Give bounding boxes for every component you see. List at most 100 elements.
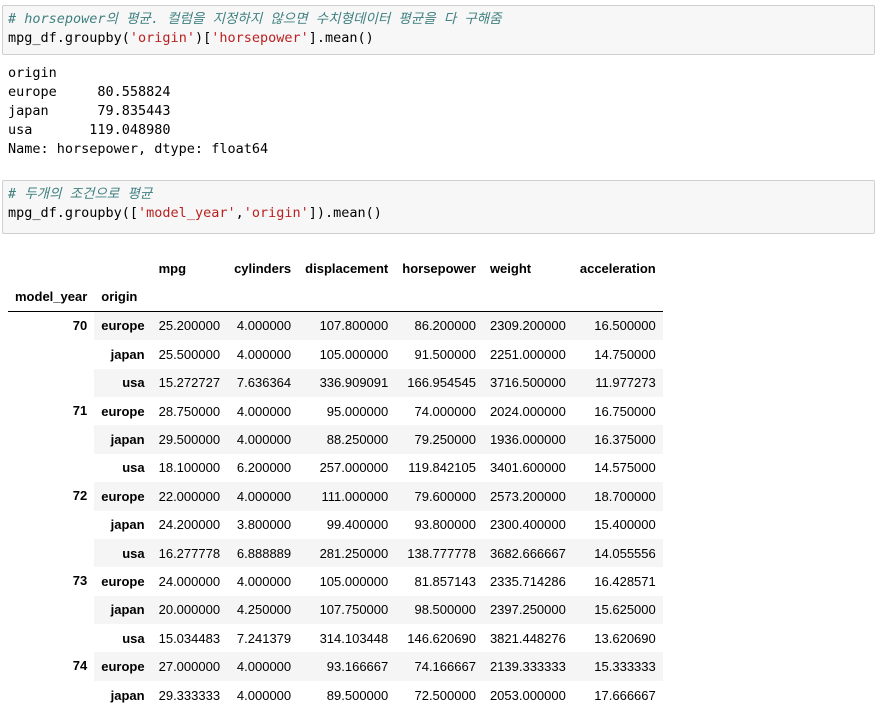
output-line: japan 79.835443 xyxy=(8,103,171,119)
cell-acceleration: 14.750000 xyxy=(594,346,656,362)
output-line: Name: horsepower, dtype: float64 xyxy=(8,141,269,157)
cell-horsepower: 93.800000 xyxy=(414,517,476,533)
cell-horsepower: 81.857143 xyxy=(414,573,476,589)
row-index-model-year: 73 xyxy=(8,567,95,653)
cell-displacement: 107.750000 xyxy=(319,602,389,618)
cell-mpg: 25.200000 xyxy=(158,318,221,334)
cell-weight: 2397.250000 xyxy=(489,602,566,618)
cell-acceleration: 16.375000 xyxy=(594,432,656,448)
cell-mpg: 20.000000 xyxy=(158,602,221,618)
cell-cylinders: 4.000000 xyxy=(236,432,292,448)
code-comment: # horsepower의 평균. 컬럼을 지정하지 않으면 수치형데이터 평균… xyxy=(8,11,502,27)
cell-horsepower: 79.250000 xyxy=(414,432,476,448)
output-line: europe 80.558824 xyxy=(8,84,171,100)
cell-mpg: 15.034483 xyxy=(158,630,221,646)
table-row: japan 29.333333 4.000000 89.500000 72.500000… xyxy=(8,681,663,709)
cell-acceleration: 16.750000 xyxy=(594,403,656,419)
cell-acceleration: 17.666667 xyxy=(594,687,656,703)
cell-weight: 2300.400000 xyxy=(489,517,566,533)
cell-horsepower: 74.000000 xyxy=(414,403,476,419)
code-text: ].mean() xyxy=(308,30,374,46)
cell-displacement: 336.909091 xyxy=(319,375,389,391)
cell-cylinders: 4.000000 xyxy=(236,659,292,675)
index-name: model_year xyxy=(8,282,95,312)
row-index-origin: japan xyxy=(110,432,145,448)
cell-displacement: 99.400000 xyxy=(326,517,389,533)
cell-displacement: 107.800000 xyxy=(319,318,389,334)
cell-acceleration: 18.700000 xyxy=(594,488,656,504)
cell-acceleration: 15.400000 xyxy=(594,517,656,533)
table-row: japan 20.000000 4.250000 107.750000 98.50000… xyxy=(8,595,663,625)
cell-mpg: 27.000000 xyxy=(158,659,221,675)
cell-cylinders: 7.636364 xyxy=(236,375,292,391)
cell-mpg: 22.000000 xyxy=(158,488,221,504)
table-row: usa 15.272727 7.636364 336.909091 166.954545… xyxy=(8,368,663,397)
code-text: mpg_df.groupby([ xyxy=(8,205,139,221)
row-index-origin: japan xyxy=(110,602,145,618)
code-cell-groupby-year-origin[interactable]: # 두개의 조건으로 평균 mpg_df.groupby(['model_yea… xyxy=(2,180,875,234)
code-text: mpg_df.groupby( xyxy=(8,30,130,46)
cell-displacement: 105.000000 xyxy=(319,346,389,362)
code-string: 'model_year' xyxy=(138,205,236,221)
cell-cylinders: 6.200000 xyxy=(236,460,292,476)
table-row: japan 25.500000 4.000000 105.000000 91.50000… xyxy=(8,340,663,368)
cell-displacement: 111.000000 xyxy=(321,488,389,504)
cell-cylinders: 4.000000 xyxy=(236,346,292,362)
cell-horsepower: 72.500000 xyxy=(414,687,476,703)
cell-horsepower: 98.500000 xyxy=(414,602,476,618)
code-string: 'horsepower' xyxy=(211,30,309,46)
column-header: mpg xyxy=(158,260,187,276)
row-index-origin: europe xyxy=(101,488,145,504)
output-series: origin europe 80.558824 japan 79.835443 … xyxy=(8,64,268,159)
row-index-origin: usa xyxy=(122,375,145,391)
cell-weight: 2309.200000 xyxy=(489,318,566,334)
cell-acceleration: 15.333333 xyxy=(594,659,656,675)
cell-weight: 2024.000000 xyxy=(489,403,566,419)
cell-acceleration: 14.575000 xyxy=(594,460,656,476)
row-index-origin: europe xyxy=(101,659,145,675)
cell-displacement: 257.000000 xyxy=(319,460,389,476)
cell-acceleration: 13.620690 xyxy=(594,630,656,646)
table-row: 72 europe 22.000000 4.000000 111.000000 79.60… xyxy=(8,482,663,568)
row-index-model-year: 70 xyxy=(8,311,95,397)
cell-weight: 3821.448276 xyxy=(489,630,566,646)
row-index-origin: japan xyxy=(110,687,145,703)
code-cell-groupby-origin[interactable]: # horsepower의 평균. 컬럼을 지정하지 않으면 수치형데이터 평균… xyxy=(2,5,875,55)
index-name-row: model_year origin xyxy=(8,282,663,312)
cell-acceleration: 11.977273 xyxy=(595,375,656,391)
cell-horsepower: 166.954545 xyxy=(407,375,476,391)
row-index-model-year: 74 xyxy=(8,652,95,709)
row-index-origin: japan xyxy=(110,517,145,533)
cell-mpg: 24.200000 xyxy=(158,517,221,533)
cell-displacement: 89.500000 xyxy=(326,687,389,703)
cell-horsepower: 146.620690 xyxy=(407,630,476,646)
cell-mpg: 18.100000 xyxy=(158,460,221,476)
table-row: 73 europe 24.000000 4.000000 105.000000 81.85… xyxy=(8,567,663,653)
column-header-row: mpg cylinders displacement horsepower we… xyxy=(8,254,663,282)
code-text: ]).mean() xyxy=(308,205,382,221)
dataframe-output: mpg cylinders displacement horsepower we… xyxy=(8,254,663,709)
cell-cylinders: 4.000000 xyxy=(236,403,292,419)
cell-displacement: 105.000000 xyxy=(319,573,389,589)
cell-cylinders: 4.000000 xyxy=(236,488,292,504)
table-row: usa 16.277778 6.888889 281.250000 138.777778… xyxy=(8,538,663,568)
row-index-origin: europe xyxy=(101,573,145,589)
cell-cylinders: 4.000000 xyxy=(236,318,292,334)
column-header: cylinders xyxy=(234,260,292,276)
code-comment: # 두개의 조건으로 평균 xyxy=(8,186,153,202)
cell-cylinders: 4.000000 xyxy=(236,573,292,589)
table-row: usa 15.034483 7.241379 314.103448 146.620690… xyxy=(8,624,663,652)
cell-horsepower: 91.500000 xyxy=(414,346,476,362)
column-header: displacement xyxy=(305,260,389,276)
cell-mpg: 29.500000 xyxy=(158,432,221,448)
cell-displacement: 281.250000 xyxy=(319,545,389,561)
index-name: origin xyxy=(94,282,152,312)
cell-cylinders: 7.241379 xyxy=(236,630,292,646)
cell-mpg: 15.272727 xyxy=(158,375,221,391)
row-index-model-year: 71 xyxy=(8,396,95,483)
cell-cylinders: 6.888889 xyxy=(236,545,292,561)
table-row: japan 24.200000 3.800000 99.400000 93.800000… xyxy=(8,511,663,539)
table-row: usa 18.100000 6.200000 257.000000 119.842105… xyxy=(8,454,663,482)
row-index-origin: europe xyxy=(101,403,145,419)
cell-displacement: 93.166667 xyxy=(326,659,389,675)
